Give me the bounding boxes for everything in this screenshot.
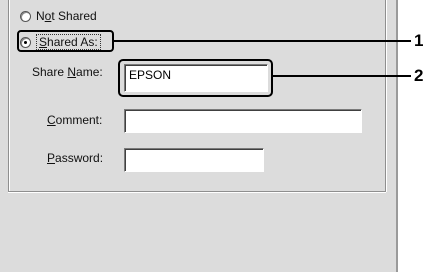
callout-leader-line-2	[273, 75, 411, 77]
not-shared-label: Not Shared	[36, 9, 97, 23]
password-label-mnemonic: P	[47, 151, 56, 165]
share-name-label-mnemonic: N	[67, 65, 77, 79]
password-input[interactable]	[124, 148, 264, 172]
not-shared-label-pre: N	[36, 9, 45, 23]
comment-input[interactable]	[124, 109, 362, 133]
password-label-post: assword:	[55, 151, 104, 165]
comment-label-post: omment:	[55, 113, 103, 127]
screenshot-stage: Not Shared Shared As: Share Name: EPSON …	[0, 0, 427, 272]
callout-number-2: 2	[414, 66, 424, 85]
comment-label-mnemonic: C	[47, 113, 56, 127]
callout-leader-line-1	[114, 40, 411, 42]
share-name-label-pre: Share	[32, 65, 68, 79]
callout-highlight-share-name	[118, 59, 273, 97]
share-name-label-post: ame:	[76, 65, 103, 79]
not-shared-radio-button[interactable]	[20, 10, 31, 22]
comment-label: Comment:	[47, 113, 102, 127]
password-label: Password:	[47, 151, 103, 165]
share-name-label: Share Name:	[32, 65, 103, 79]
callout-number-1: 1	[414, 31, 424, 50]
not-shared-radio-option[interactable]: Not Shared	[20, 8, 97, 24]
callout-highlight-shared-as	[17, 30, 114, 52]
not-shared-label-post: t Shared	[51, 9, 97, 23]
